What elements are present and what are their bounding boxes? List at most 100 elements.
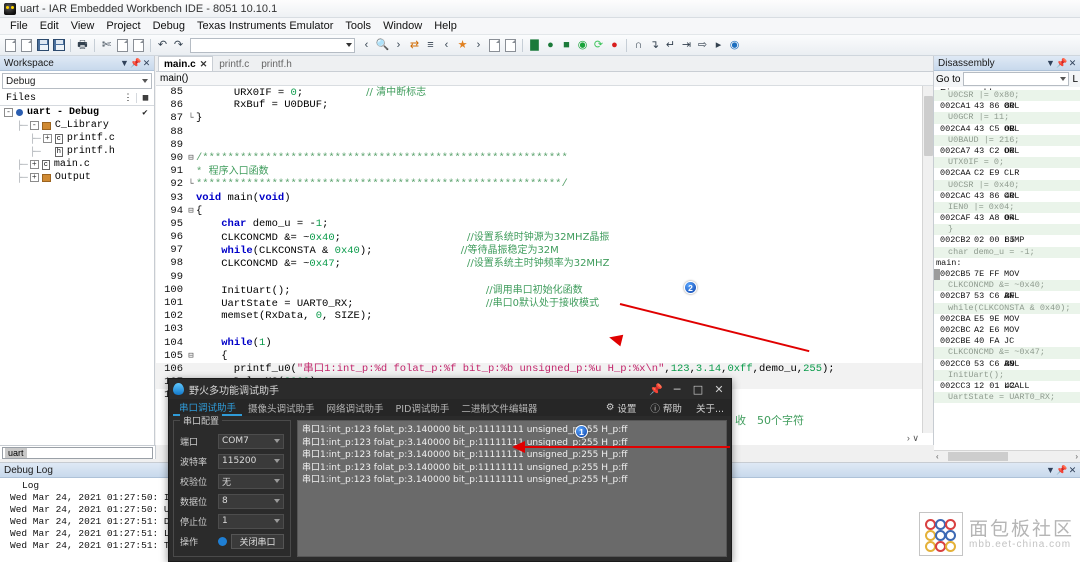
replace-icon[interactable]: ⇄ (407, 38, 422, 53)
fold-marker[interactable] (186, 363, 196, 376)
disassembly-instruction[interactable]: 002CA143 86 80ORL (934, 101, 1080, 112)
disassembly-instruction[interactable]: 002CB202 00 85LJMP (934, 235, 1080, 246)
menu-item-file[interactable]: File (4, 19, 34, 33)
fold-marker[interactable] (186, 192, 196, 205)
disassembly-instruction[interactable]: 002CBCA2 E6MOV (934, 325, 1080, 336)
fold-marker[interactable] (186, 244, 196, 257)
disassembly-instruction[interactable]: 002CAC43 86 40ORL (934, 191, 1080, 202)
tree-item[interactable]: ├─-C_Library (0, 119, 154, 132)
tree-expander[interactable]: + (30, 173, 39, 182)
pin-icon[interactable]: 📌 (648, 383, 664, 396)
code-line[interactable]: 85 URX0IF = 0; // 清中断标志 (156, 86, 933, 99)
code-line[interactable]: 86 RxBuf = U0DBUF; (156, 99, 933, 112)
code-line[interactable]: 94⊟{ (156, 205, 933, 218)
scroll-right-icon[interactable]: › (1075, 452, 1078, 461)
menu-item-debug[interactable]: Debug (147, 19, 191, 33)
tree-expander[interactable]: + (43, 134, 52, 143)
panel-dropdown-icon[interactable]: ▼ (119, 58, 130, 68)
disassembly-instruction[interactable]: 002CB57E FFMOV (934, 269, 1080, 280)
fold-marker[interactable] (186, 337, 196, 350)
serial-databits-select[interactable]: 8 (218, 494, 284, 509)
navigate-back-icon[interactable]: ‹ (439, 38, 454, 53)
serial-parity-select[interactable]: 无 (218, 474, 284, 489)
tab-printf-c[interactable]: printf.c (213, 56, 255, 71)
code-line[interactable]: 100 InitUart(); //调用串口初始化函数 (156, 284, 933, 297)
cut-icon[interactable]: ✄ (99, 38, 114, 53)
code-line[interactable]: 105⊟ { (156, 350, 933, 363)
paste-icon[interactable] (131, 38, 146, 53)
serial-stopbits-select[interactable]: 1 (218, 514, 284, 529)
code-line[interactable]: 87└} (156, 112, 933, 125)
disassembly-horizontal-scrollbar[interactable]: ‹ › (934, 450, 1080, 462)
code-line[interactable]: 89 (156, 139, 933, 152)
help-button[interactable]: ⓘ 帮助 (643, 401, 689, 415)
close-icon[interactable]: ✕ (711, 383, 727, 396)
disassembly-instruction[interactable]: 002CA743 C2 D8ORL (934, 146, 1080, 157)
new-document-icon[interactable] (3, 38, 18, 53)
undo-icon[interactable]: ↶ (155, 38, 170, 53)
step-out-icon[interactable]: ↵ (663, 38, 678, 53)
bookmark-icon[interactable]: ★ (455, 38, 470, 53)
code-line[interactable]: 106 printf_u0("串口1:int_p:%d folat_p:%f b… (156, 363, 933, 376)
run-to-cursor-icon[interactable]: ⇨ (695, 38, 710, 53)
break-icon[interactable]: ◉ (727, 38, 742, 53)
panel-dropdown-icon[interactable]: ▼ (1045, 465, 1056, 475)
serial-baud-select[interactable]: 115200 (218, 454, 284, 469)
panel-close-icon[interactable]: ✕ (1067, 465, 1078, 476)
menu-item-project[interactable]: Project (100, 19, 146, 33)
step-into-icon[interactable]: ↴ (647, 38, 662, 53)
code-line[interactable]: 103 (156, 323, 933, 336)
tab-network-assistant[interactable]: 网络调试助手 (321, 399, 390, 416)
search-icon[interactable]: 🔍 (375, 38, 390, 53)
build-configuration-select[interactable]: Debug (2, 73, 152, 89)
tree-expander[interactable]: - (30, 121, 39, 130)
menu-item-help[interactable]: Help (428, 19, 463, 33)
panel-dropdown-icon[interactable]: ▼ (1045, 58, 1056, 68)
quick-search-combo[interactable] (190, 38, 355, 53)
tab-camera-assistant[interactable]: 摄像头调试助手 (242, 399, 321, 416)
goto-line-icon[interactable]: ≡ (423, 38, 438, 53)
debug-stop-icon[interactable]: ● (607, 38, 622, 53)
tab-binary-editor[interactable]: 二进制文件编辑器 (455, 399, 543, 416)
serial-tool-dialog[interactable]: 野火多功能调试助手 📌 ─ □ ✕ 串口调试助手 摄像头调试助手 网络调试助手 … (168, 378, 732, 562)
tree-item[interactable]: ├─+Output (0, 171, 154, 184)
code-line[interactable]: 96 CLKCONCMD &= ~0x40; //设置系统时钟源为32MHZ晶振 (156, 231, 933, 244)
code-line[interactable]: 102 memset(RxData, 0, SIZE); (156, 310, 933, 323)
code-line[interactable]: 97 while(CLKCONSTA & 0x40); //等待晶振稳定为32M (156, 244, 933, 257)
maximize-icon[interactable]: □ (690, 383, 706, 396)
redo-icon[interactable]: ↷ (171, 38, 186, 53)
fold-marker[interactable] (186, 218, 196, 231)
settings-button[interactable]: ⚙ 设置 (599, 401, 644, 415)
tree-item[interactable]: ├─+cprintf.c (0, 132, 154, 145)
about-button[interactable]: 关于... (689, 401, 731, 415)
menu-item-edit[interactable]: Edit (34, 19, 65, 33)
fold-marker[interactable]: ⊟ (186, 152, 196, 165)
copy-icon[interactable] (115, 38, 130, 53)
tree-expander[interactable]: + (30, 160, 39, 169)
menu-item-ti-emulator[interactable]: Texas Instruments Emulator (191, 19, 339, 33)
step-over-icon[interactable]: ∩ (631, 38, 646, 53)
fold-marker[interactable]: └ (186, 178, 196, 191)
disassembly-instruction[interactable]: 002CA443 C5 0BORL (934, 124, 1080, 135)
build-all-icon[interactable]: ■ (559, 38, 574, 53)
tab-main-c[interactable]: main.c ✕ (158, 56, 213, 71)
editor-scroll-arrows[interactable]: › ∨ (907, 433, 919, 444)
fold-marker[interactable] (186, 139, 196, 152)
save-icon[interactable] (35, 38, 50, 53)
function-navigator[interactable]: main() (156, 72, 933, 86)
scroll-left-icon[interactable]: ‹ (936, 452, 939, 461)
close-port-button[interactable]: 关闭串口 (231, 534, 284, 549)
debug-start-icon[interactable]: ◉ (575, 38, 590, 53)
code-line[interactable]: 104 while(1) (156, 337, 933, 350)
disassembly-instruction[interactable]: 002CBE40 FAJC (934, 336, 1080, 347)
disassembly-instruction[interactable]: 002CC312 01 42LCALL (934, 381, 1080, 392)
fold-marker[interactable]: └ (186, 112, 196, 125)
code-line[interactable]: 88 (156, 126, 933, 139)
fold-marker[interactable] (186, 271, 196, 284)
close-icon[interactable]: ✕ (200, 59, 208, 70)
menu-item-view[interactable]: View (65, 19, 101, 33)
disassembly-list[interactable]: U0CSR |= 0x80;002CA143 86 80ORLU0GCR |= … (934, 90, 1080, 450)
fold-marker[interactable] (186, 310, 196, 323)
scrollbar-thumb[interactable] (948, 452, 1008, 461)
search-input[interactable]: uart (2, 447, 153, 459)
